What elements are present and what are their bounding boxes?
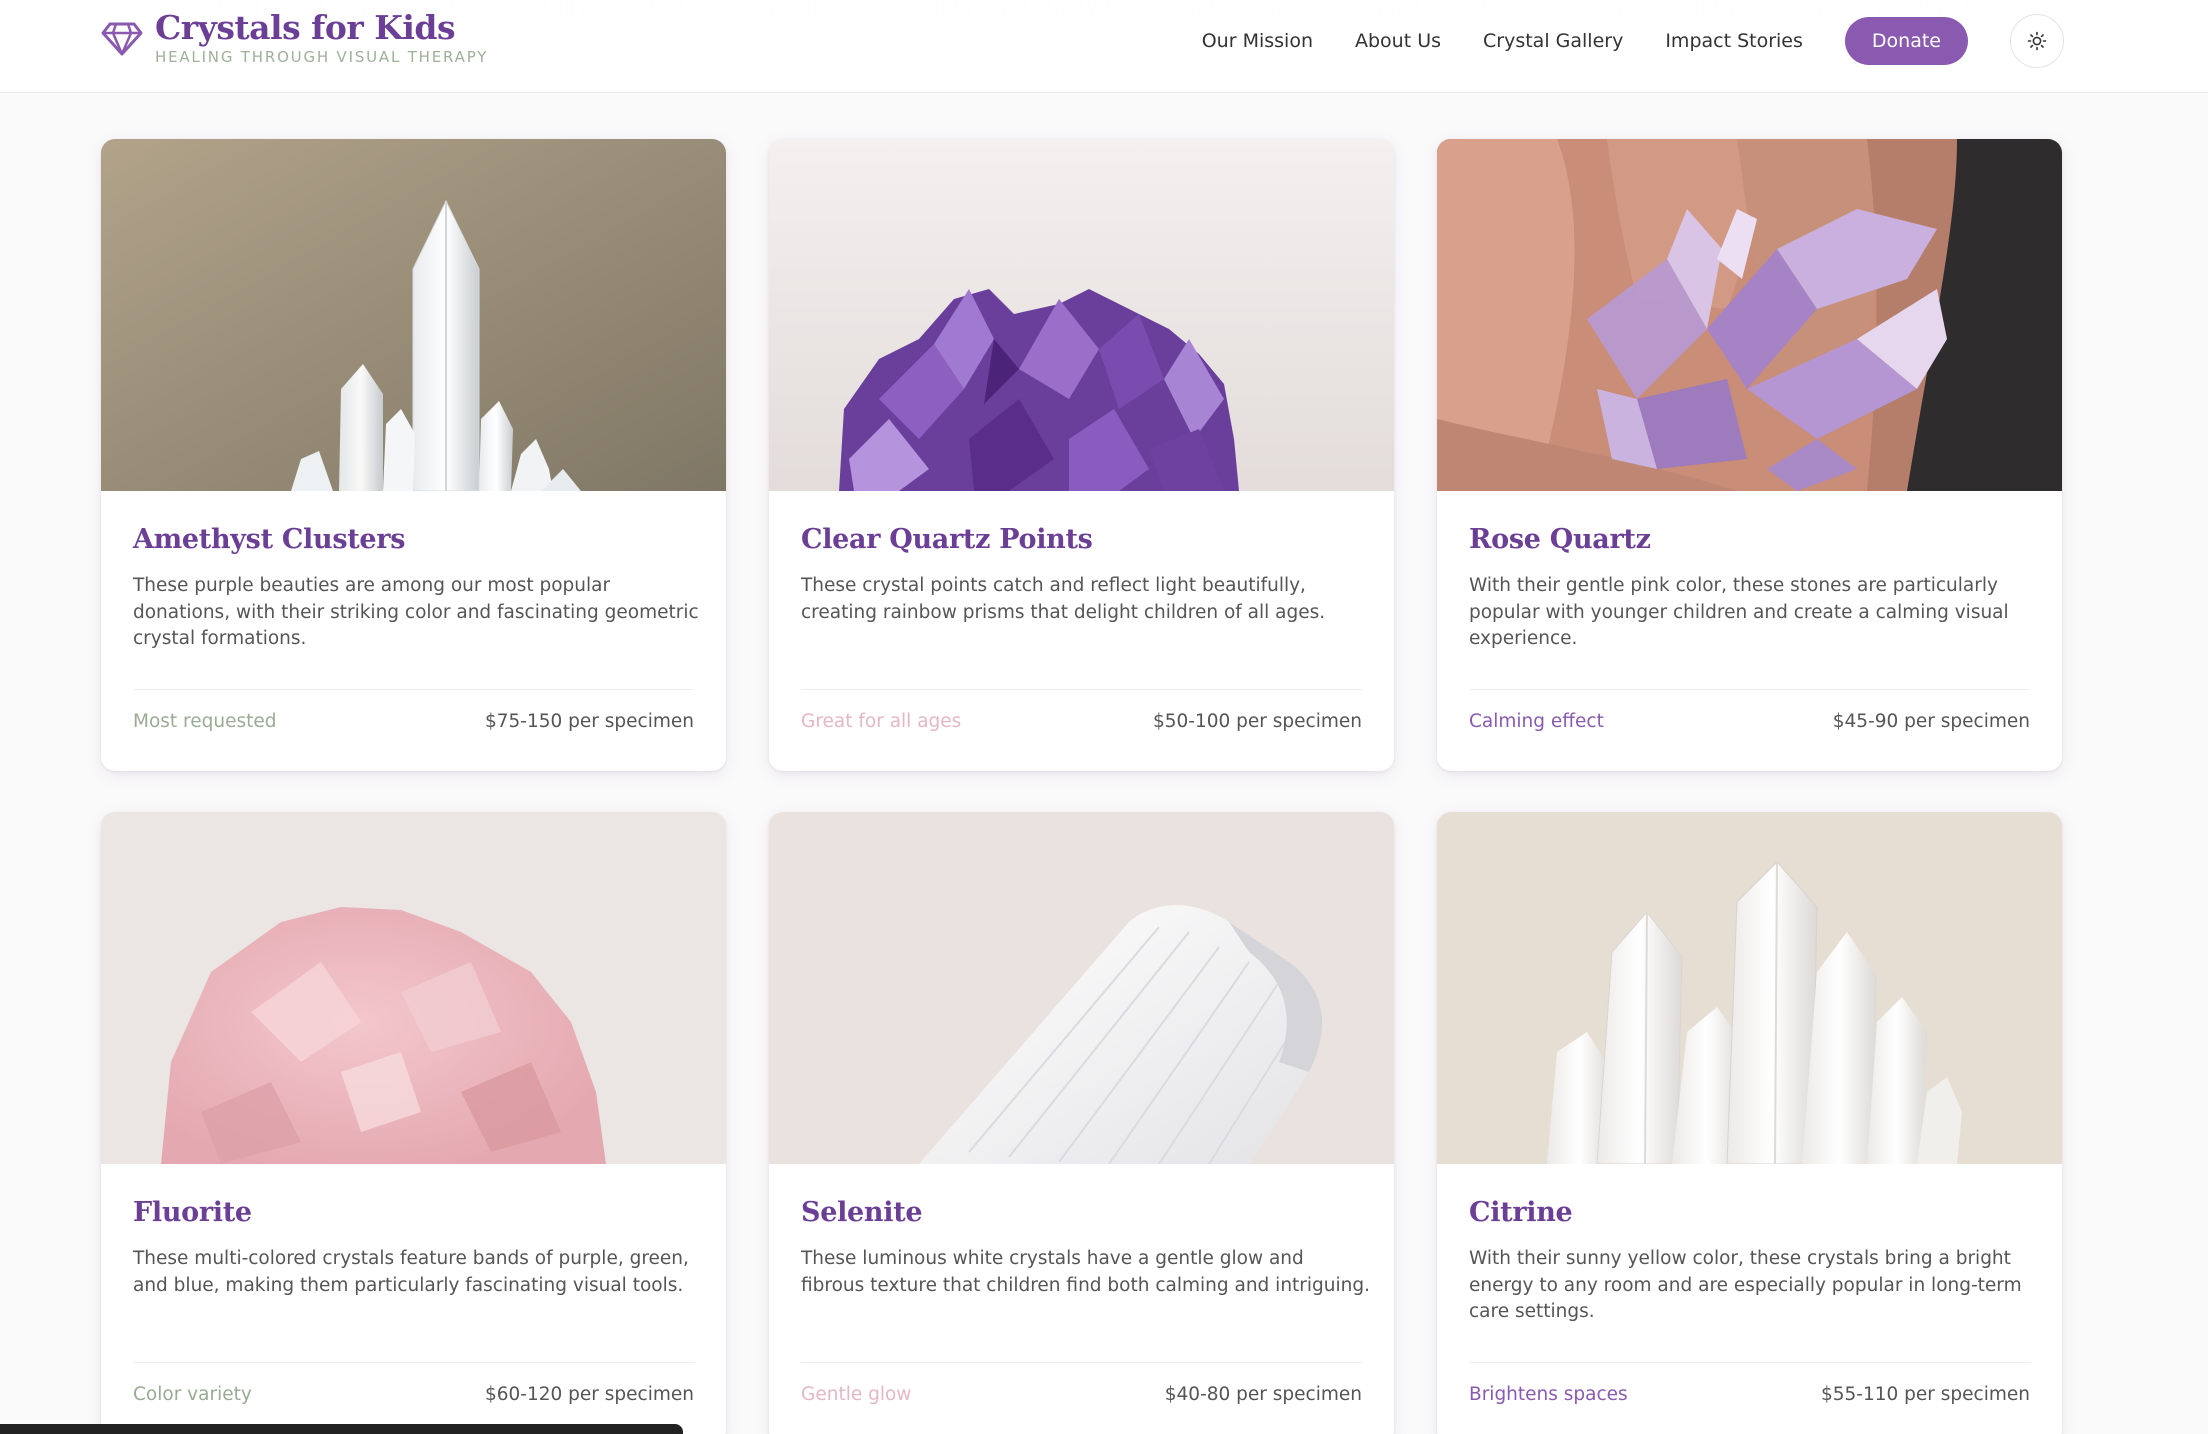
card-price: $60-120 per specimen (485, 1384, 694, 1405)
card-title: Rose Quartz (1469, 524, 1651, 555)
card-title: Fluorite (133, 1197, 252, 1228)
clear-quartz-cluster-photo (101, 139, 726, 491)
card-price: $45-90 per specimen (1832, 711, 2030, 732)
card-price: $40-80 per specimen (1164, 1384, 1362, 1405)
card-tag: Most requested (133, 711, 277, 732)
card-tag: Calming effect (1469, 711, 1604, 732)
crystal-card[interactable]: Rose Quartz With their gentle pink color… (1437, 139, 2062, 771)
site-header: Crystals for Kids HEALING THROUGH VISUAL… (0, 0, 2208, 93)
white-quartz-cluster-photo (1437, 812, 2062, 1164)
card-tag: Gentle glow (801, 1384, 912, 1405)
card-description: These purple beauties are among our most… (133, 575, 699, 649)
nav-impact-stories[interactable]: Impact Stories (1665, 17, 1803, 65)
card-divider (133, 1362, 694, 1363)
brand-title: Crystals for Kids (155, 8, 456, 47)
crystal-card[interactable]: Amethyst Clusters These purple beauties … (101, 139, 726, 771)
card-divider (1469, 689, 2030, 690)
card-description: These multi-colored crystals feature ban… (133, 1248, 689, 1296)
card-price: $55-110 per specimen (1821, 1384, 2030, 1405)
card-divider (133, 689, 694, 690)
brand-tagline: HEALING THROUGH VISUAL THERAPY (155, 48, 489, 66)
crystal-card[interactable]: Citrine With their sunny yellow color, t… (1437, 812, 2062, 1434)
theme-toggle-button[interactable] (2010, 14, 2064, 68)
amethyst-in-hand-photo (1437, 139, 2062, 491)
card-description: With their gentle pink color, these ston… (1469, 575, 2009, 649)
main-nav: Our Mission About Us Crystal Gallery Imp… (1160, 14, 2064, 68)
card-title: Clear Quartz Points (801, 524, 1093, 555)
card-description: These luminous white crystals have a gen… (801, 1248, 1371, 1296)
donate-button[interactable]: Donate (1844, 17, 1968, 65)
card-description: These crystal points catch and reflect l… (801, 575, 1326, 623)
card-divider (801, 689, 1362, 690)
crystal-card[interactable]: Fluorite These multi-colored crystals fe… (101, 812, 726, 1434)
selenite-log-photo (769, 812, 1394, 1164)
card-price: $50-100 per specimen (1153, 711, 1362, 732)
crystal-card[interactable]: Selenite These luminous white crystals h… (769, 812, 1394, 1434)
card-tag: Brightens spaces (1469, 1384, 1628, 1405)
card-tag: Great for all ages (801, 711, 962, 732)
card-divider (1469, 1362, 2030, 1363)
card-title: Selenite (801, 1197, 923, 1228)
amethyst-cluster-photo (769, 139, 1394, 491)
card-tag: Color variety (133, 1384, 252, 1405)
brand-logo-link[interactable]: Crystals for Kids HEALING THROUGH VISUAL… (101, 6, 488, 66)
gem-icon (101, 22, 143, 56)
card-divider (801, 1362, 1362, 1363)
card-price: $75-150 per specimen (485, 711, 694, 732)
nav-about-us[interactable]: About Us (1355, 17, 1441, 65)
nav-our-mission[interactable]: Our Mission (1202, 17, 1313, 65)
nav-crystal-gallery[interactable]: Crystal Gallery (1483, 17, 1623, 65)
sun-icon (2027, 31, 2047, 51)
card-title: Amethyst Clusters (133, 524, 406, 555)
page: Each crystal we provide is carefully sel… (0, 0, 2208, 1434)
crystal-card[interactable]: Clear Quartz Points These crystal points… (769, 139, 1394, 771)
bottom-scroll-bar[interactable] (0, 1424, 683, 1434)
rose-quartz-chunk-photo (101, 812, 726, 1164)
card-title: Citrine (1469, 1197, 1573, 1228)
card-description: With their sunny yellow color, these cry… (1469, 1248, 2022, 1322)
